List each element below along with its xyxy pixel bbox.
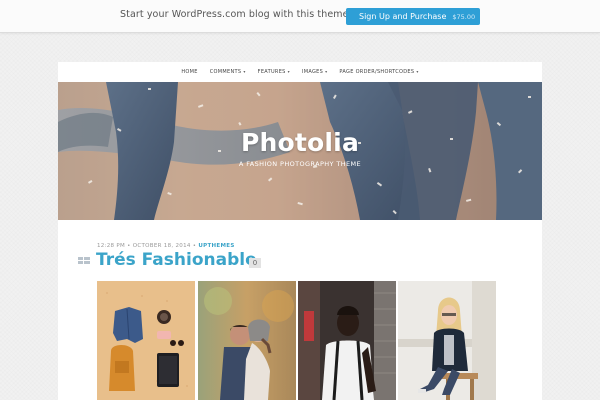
nav-item-features[interactable]: FEATURES ▾ [258,69,290,75]
nav-item-label: HOME [181,69,198,75]
caret-down-icon: ▾ [287,69,290,74]
gallery-image-couple[interactable] [198,281,296,400]
post-time: 12:28 PM [97,243,126,249]
caret-down-icon: ▾ [325,69,328,74]
nav-item-label: PAGE ORDER/SHORTCODES [339,69,415,75]
site-title[interactable]: Photolia [58,128,542,157]
post-meta: 12:28 PM • OCTOBER 18, 2014 • UPTHEMES [97,243,235,249]
post-title[interactable]: Trés Fashionable [96,250,257,270]
main-navigation: HOME COMMENTS ▾ FEATURES ▾ IMAGES ▾ PAGE OR… [58,62,542,82]
caret-down-icon: ▾ [416,69,419,74]
nav-item-page-order-shortcodes[interactable]: PAGE ORDER/SHORTCODES ▾ [339,69,418,75]
meta-separator: • [127,243,131,249]
post-date[interactable]: OCTOBER 18, 2014 [133,243,191,249]
nav-item-comments[interactable]: COMMENTS ▾ [210,69,246,75]
signup-button-label: Sign Up and Purchase [359,12,447,21]
gallery-image-portrait-man[interactable] [298,281,396,400]
comment-count-badge[interactable]: 0 [249,258,261,268]
hero-banner: Photolia A FASHION PHOTOGRAPHY THEME [58,82,542,220]
gallery-image-flatlay[interactable] [97,281,195,400]
caret-down-icon: ▾ [243,69,246,74]
nav-item-label: FEATURES [257,69,286,75]
post-gallery [97,281,497,400]
promo-text: Start your WordPress.com blog with this … [120,9,352,20]
promo-bar: Start your WordPress.com blog with this … [0,0,600,33]
site-content: HOME COMMENTS ▾ FEATURES ▾ IMAGES ▾ PAGE OR… [58,62,542,400]
nav-item-label: IMAGES [301,69,324,75]
post-author[interactable]: UPTHEMES [198,243,234,249]
site-tagline: A FASHION PHOTOGRAPHY THEME [238,160,362,168]
gallery-icon [78,257,90,264]
nav-item-home[interactable]: HOME [181,69,197,75]
nav-item-label: COMMENTS [209,69,242,75]
signup-button[interactable]: Sign Up and Purchase $75.00 [346,8,480,25]
price-label: $75.00 [452,13,476,21]
gallery-image-portrait-woman[interactable] [398,281,496,400]
meta-separator: • [192,243,197,249]
nav-item-images[interactable]: IMAGES ▾ [302,69,327,75]
